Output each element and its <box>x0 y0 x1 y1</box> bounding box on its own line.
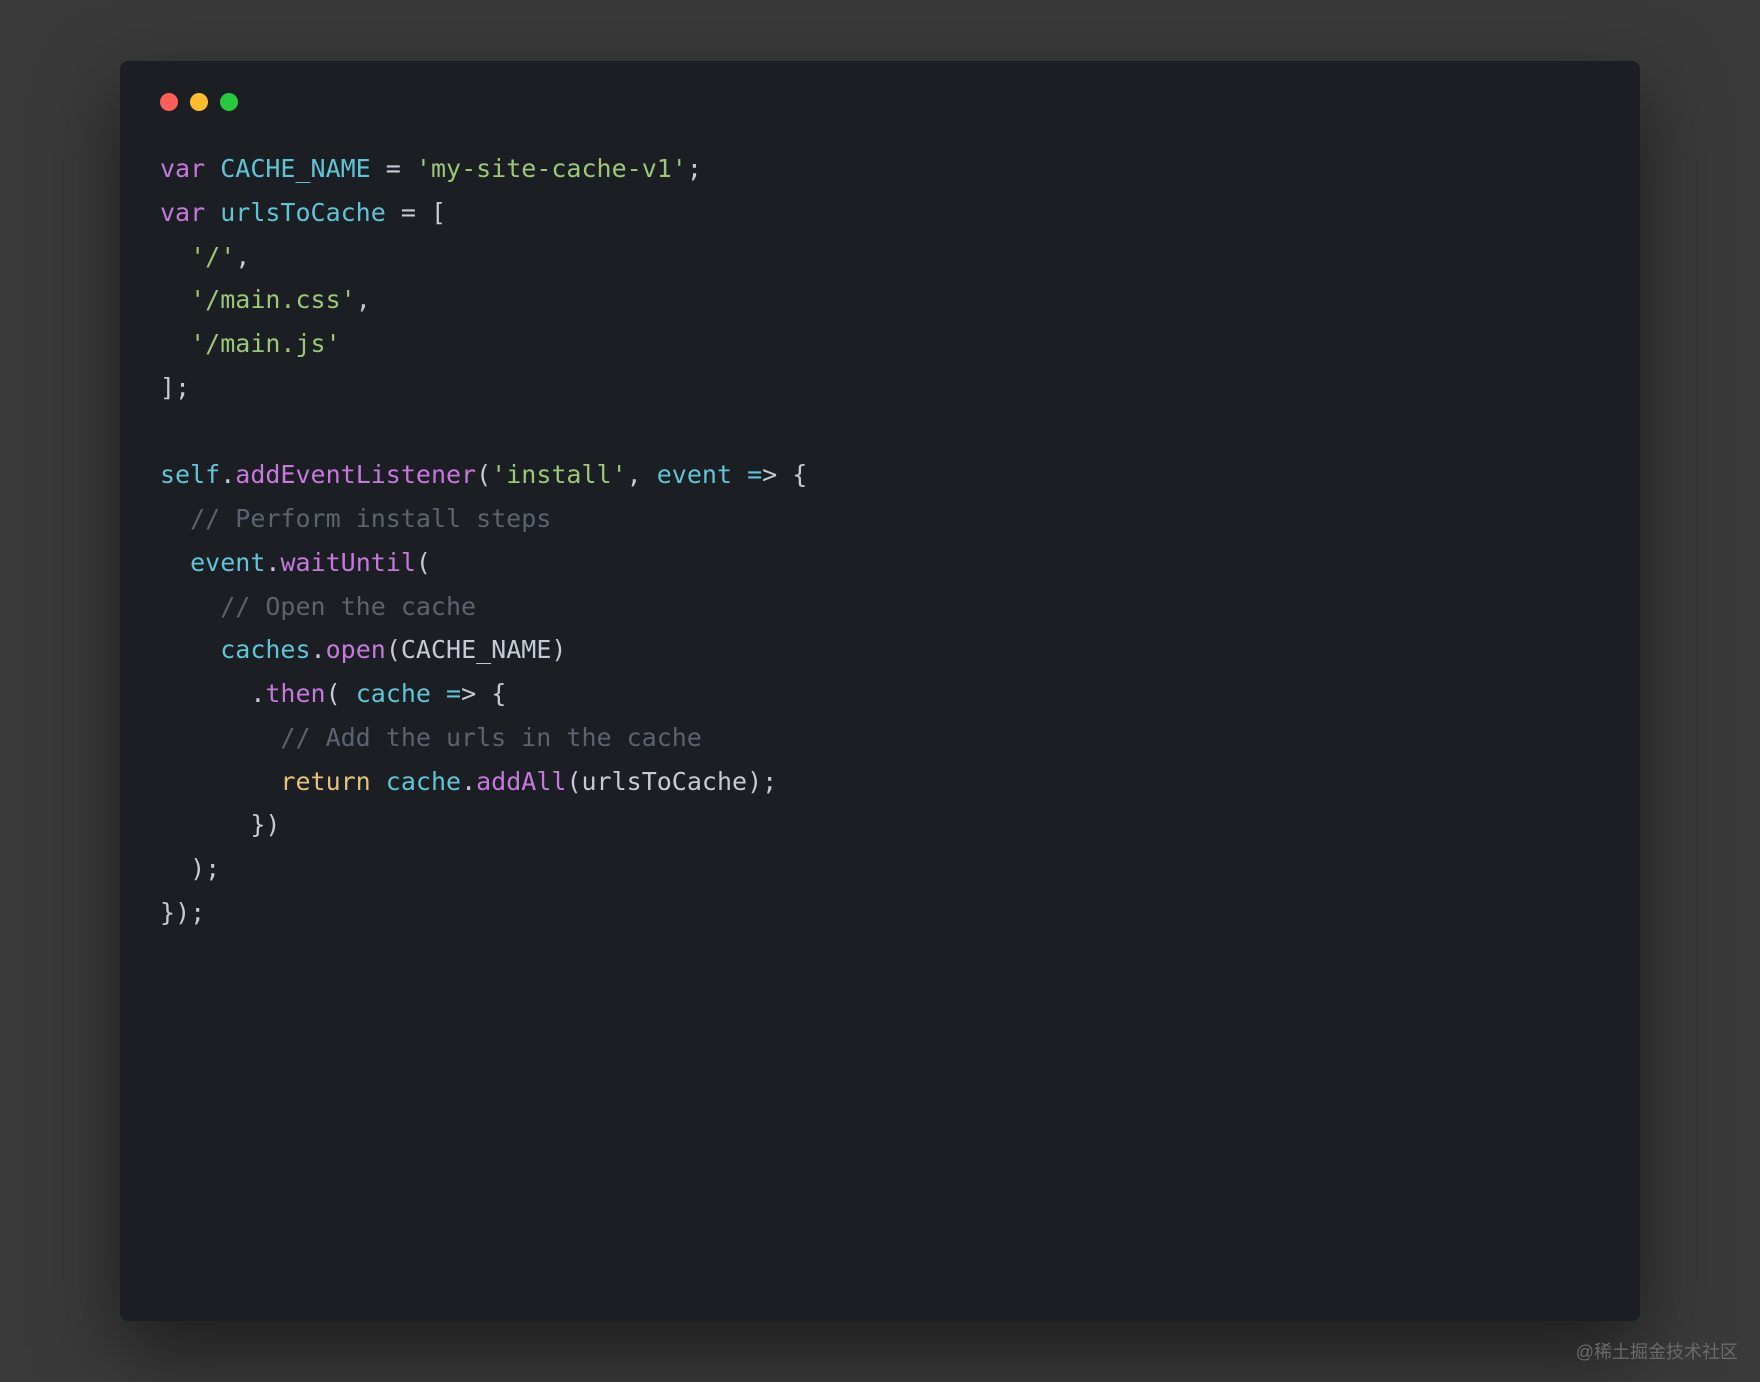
code-token: . <box>265 548 280 577</box>
code-token: addEventListener <box>235 460 476 489</box>
code-token: ) <box>265 810 280 839</box>
code-token: ( <box>326 679 341 708</box>
code-token <box>341 679 356 708</box>
code-token: open <box>326 635 386 664</box>
code-token: , <box>356 285 371 314</box>
traffic-lights <box>160 93 1600 111</box>
code-token: '/' <box>190 242 235 271</box>
code-token <box>160 635 220 664</box>
code-token: caches <box>220 635 310 664</box>
code-token: = <box>446 679 461 708</box>
code-token: urlsToCache <box>220 198 386 227</box>
code-token <box>386 198 401 227</box>
code-token: = <box>386 154 401 183</box>
code-token: ( <box>566 767 581 796</box>
code-token: . <box>311 635 326 664</box>
code-token: ( <box>416 548 431 577</box>
code-token: event <box>190 548 265 577</box>
code-token <box>160 723 280 752</box>
code-token: addAll <box>476 767 566 796</box>
code-token: , <box>627 460 657 489</box>
code-token: '/main.css' <box>190 285 356 314</box>
code-token <box>160 767 280 796</box>
code-token <box>732 460 747 489</box>
code-token: CACHE_NAME <box>401 635 552 664</box>
code-token: return <box>280 767 370 796</box>
code-token <box>777 460 792 489</box>
code-token <box>160 810 250 839</box>
code-token <box>205 198 220 227</box>
code-token: ( <box>386 635 401 664</box>
code-token: self <box>160 460 220 489</box>
code-token: = <box>401 198 416 227</box>
code-token <box>160 548 190 577</box>
code-token <box>160 504 190 533</box>
code-token <box>431 679 446 708</box>
code-token: . <box>461 767 476 796</box>
minimize-icon[interactable] <box>190 93 208 111</box>
code-token: // Open the cache <box>220 592 476 621</box>
code-token: ; <box>762 767 777 796</box>
code-token: ; <box>205 854 220 883</box>
code-token <box>205 154 220 183</box>
code-token: > <box>762 460 777 489</box>
code-token <box>160 329 190 358</box>
code-token: event <box>657 460 732 489</box>
code-token: > <box>461 679 476 708</box>
code-token: var <box>160 198 205 227</box>
code-token: '/main.js' <box>190 329 341 358</box>
code-token <box>416 198 431 227</box>
code-token: } <box>250 810 265 839</box>
code-token: ) <box>190 854 205 883</box>
code-token <box>401 154 416 183</box>
close-icon[interactable] <box>160 93 178 111</box>
code-token: ) <box>175 898 190 927</box>
code-token <box>160 854 190 883</box>
code-token: . <box>250 679 265 708</box>
code-token: waitUntil <box>280 548 415 577</box>
code-token <box>160 242 190 271</box>
code-token: . <box>220 460 235 489</box>
code-token: } <box>160 898 175 927</box>
code-token: var <box>160 154 205 183</box>
code-token: ; <box>190 898 205 927</box>
code-token: then <box>265 679 325 708</box>
code-token: 'install' <box>491 460 626 489</box>
code-token: ) <box>747 767 762 796</box>
code-token: ) <box>551 635 566 664</box>
code-token <box>160 592 220 621</box>
code-token: ]; <box>160 373 190 402</box>
maximize-icon[interactable] <box>220 93 238 111</box>
code-token: ; <box>687 154 702 183</box>
code-token: cache <box>356 679 431 708</box>
code-token: { <box>792 460 807 489</box>
code-token: // Add the urls in the cache <box>280 723 701 752</box>
code-token <box>371 154 386 183</box>
code-token: ( <box>476 460 491 489</box>
code-token <box>371 767 386 796</box>
code-token: 'my-site-cache-v1' <box>416 154 687 183</box>
code-token <box>160 679 250 708</box>
code-block: var CACHE_NAME = 'my-site-cache-v1'; var… <box>160 147 1600 935</box>
code-token: { <box>491 679 506 708</box>
code-token <box>476 679 491 708</box>
code-token: [ <box>431 198 446 227</box>
code-token <box>160 285 190 314</box>
code-token: // Perform install steps <box>190 504 551 533</box>
code-token: = <box>747 460 762 489</box>
code-token: cache <box>386 767 461 796</box>
code-token: urlsToCache <box>582 767 748 796</box>
code-token: CACHE_NAME <box>220 154 371 183</box>
watermark-text: @稀土掘金技术社区 <box>1576 1338 1738 1364</box>
code-token: , <box>235 242 250 271</box>
code-window: var CACHE_NAME = 'my-site-cache-v1'; var… <box>120 61 1640 1321</box>
